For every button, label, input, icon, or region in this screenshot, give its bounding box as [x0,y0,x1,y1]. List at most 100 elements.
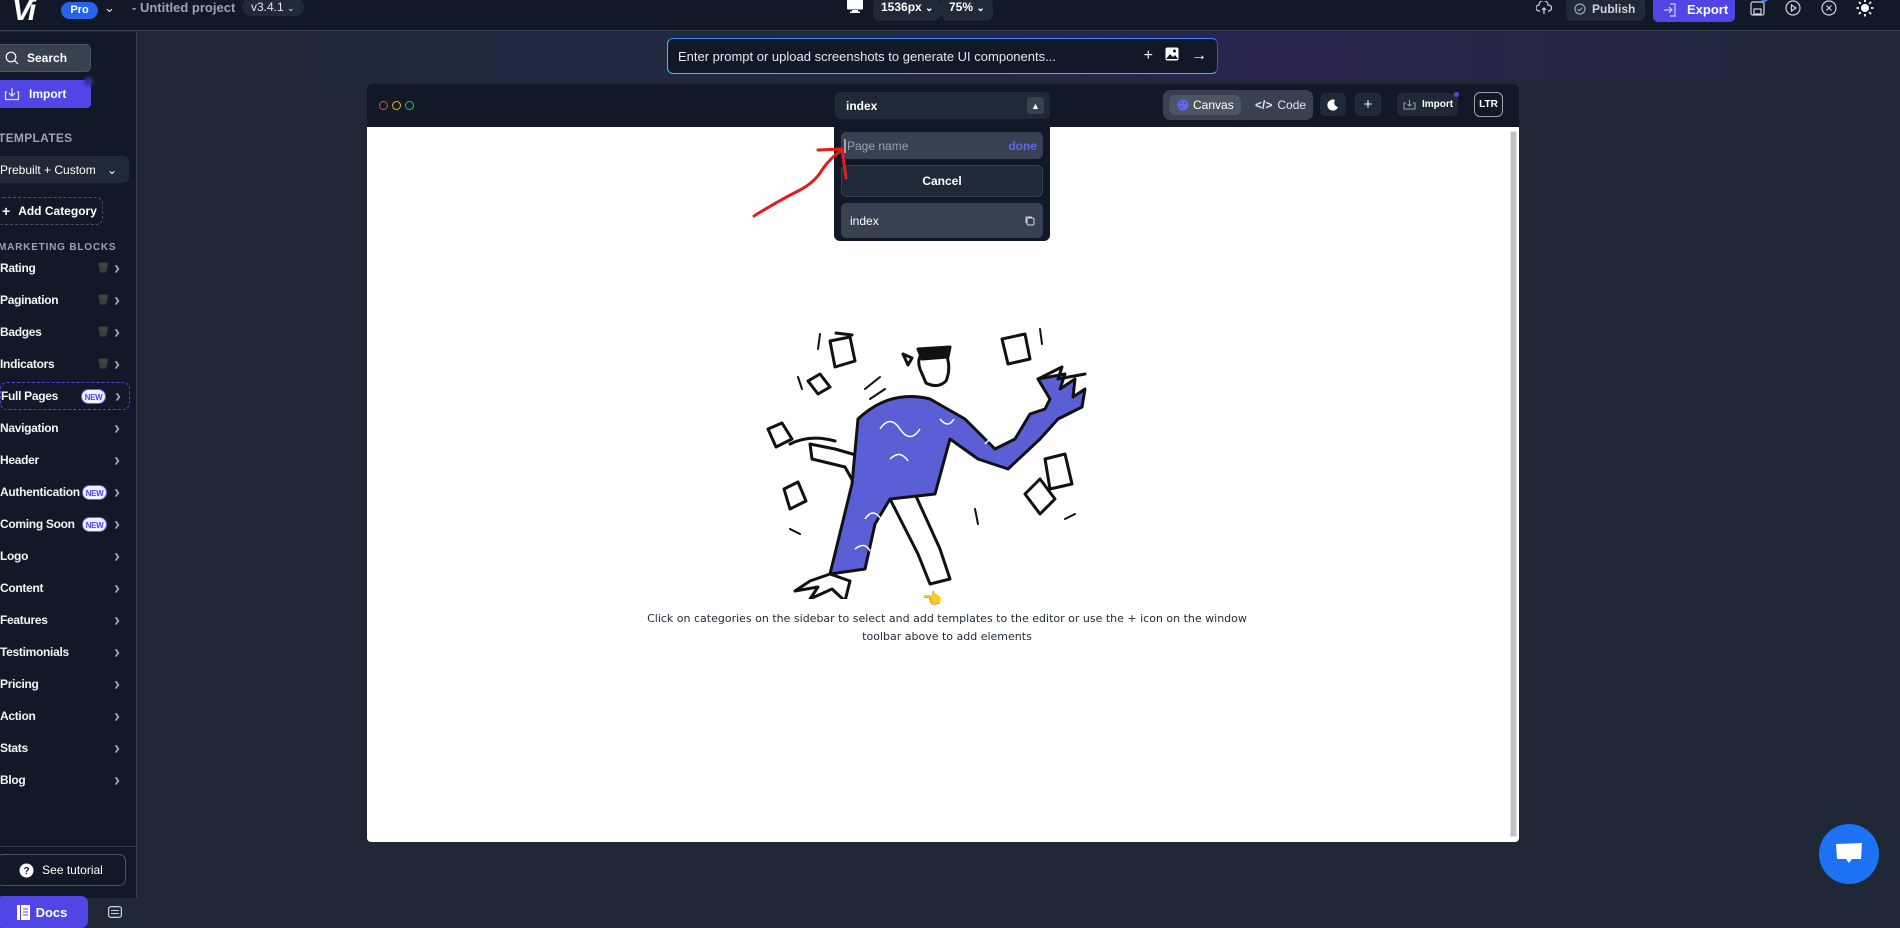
sidebar-category-item[interactable]: Rating 🗑 › [0,254,130,282]
docs-label: Docs [35,904,68,920]
template-source-value: Prebuilt + Custom [0,162,96,177]
sidebar-category-item[interactable]: Authentication NEW › [0,478,130,506]
canvas-scrollbar[interactable] [1510,131,1517,837]
page-name-input[interactable] [844,138,1009,153]
minimize-dot-icon[interactable] [392,101,401,110]
sidebar-category-item[interactable]: Stats › [0,734,130,762]
keyboard-shortcuts-button[interactable] [103,900,127,924]
plus-icon[interactable]: + [1144,47,1153,65]
sidebar-category-item[interactable]: Pricing › [0,670,130,698]
export-button[interactable]: Export [1653,0,1735,22]
sidebar-category-item[interactable]: Logo › [0,542,130,570]
app-logo[interactable]: Vi [12,0,36,28]
image-upload-icon[interactable] [1165,47,1179,66]
import-button[interactable]: Import [0,80,91,108]
chevron-down-icon: ⌄ [106,162,117,177]
done-button[interactable]: done [1008,139,1037,153]
close-circle-icon[interactable] [1819,0,1839,17]
import-label: Import [29,87,67,101]
send-arrow-icon[interactable]: → [1191,47,1207,65]
plus-icon: + [1363,96,1373,113]
code-icon: </> [1255,98,1273,112]
close-dot-icon[interactable] [379,101,388,110]
text-direction-toggle[interactable]: LTR [1474,92,1503,117]
export-icon [1664,2,1676,17]
category-label: Content [0,581,44,595]
version-dropdown[interactable]: v3.4.1 ⌄ [242,0,304,16]
window-controls [379,101,414,110]
cloud-upload-icon[interactable] [1534,0,1554,17]
new-badge: NEW [82,516,107,532]
save-icon[interactable] [1747,0,1768,17]
chevron-right-icon: › [114,353,120,374]
dark-mode-toggle[interactable] [1320,93,1346,116]
sidebar-category-item[interactable]: Full Pages NEW › [0,382,130,410]
search-label: Search [27,51,68,65]
category-label: Action [0,709,36,723]
chat-support-button[interactable] [1819,824,1879,884]
trash-icon[interactable]: 🗑 [97,327,110,338]
see-tutorial-label: See tutorial [42,863,103,877]
sidebar-category-item[interactable]: Badges 🗑 › [0,318,130,346]
add-element-button[interactable]: + [1355,93,1381,116]
cancel-button[interactable]: Cancel [841,165,1043,197]
trash-icon[interactable]: 🗑 [97,359,110,370]
project-title[interactable]: - Untitled project [132,0,235,15]
sidebar-category-item[interactable]: Action › [0,702,130,730]
category-label: Badges [0,325,42,339]
sidebar-category-item[interactable]: Navigation › [0,414,130,442]
play-icon[interactable] [1783,0,1803,17]
search-button[interactable]: Search [0,44,91,72]
docs-button[interactable]: Docs [0,896,88,928]
prompt-input[interactable]: Enter prompt or upload screenshots to ge… [667,38,1218,74]
page-name-field[interactable]: done [841,132,1043,159]
zoom-value: 75% [949,0,974,14]
trash-icon[interactable]: 🗑 [97,295,110,306]
sidebar-category-item[interactable]: Blog › [0,766,130,794]
chat-bubble-icon [1836,843,1862,863]
template-source-select[interactable]: Prebuilt + Custom ⌄ [0,156,129,183]
version-label: v3.4.1 [251,0,284,14]
moon-icon [1327,99,1338,111]
page-selector[interactable]: index ▲ [835,92,1050,119]
canvas-view-tab[interactable]: Canvas [1169,95,1241,115]
page-list-item[interactable]: index [841,203,1043,238]
chevron-right-icon: › [114,289,120,310]
duplicate-icon[interactable] [1024,215,1035,226]
sidebar-category-item[interactable]: Indicators 🗑 › [0,350,130,378]
search-icon [5,51,19,65]
plan-badge: Pro [61,2,98,19]
desktop-icon[interactable] [846,0,864,13]
see-tutorial-button[interactable]: ? See tutorial [0,854,126,886]
chevron-down-icon: ⌄ [976,3,985,14]
sidebar-category-item[interactable]: Coming Soon NEW › [0,510,130,538]
trash-icon[interactable]: 🗑 [97,263,110,274]
maximize-dot-icon[interactable] [405,101,414,110]
sidebar-category-item[interactable]: Testimonials › [0,638,130,666]
code-view-tab[interactable]: </> Code [1255,95,1306,115]
notification-dot [85,78,92,85]
sidebar-category-item[interactable]: Features › [0,606,130,634]
chevron-down-icon[interactable]: ⌄ [104,0,115,16]
zoom-dropdown[interactable]: 75% ⌄ [941,0,993,21]
sun-icon[interactable] [1855,0,1875,17]
viewport-width-dropdown[interactable]: 1536px ⌄ [873,0,942,21]
window-import-button[interactable]: Import [1397,93,1458,116]
sidebar-category-item[interactable]: Content › [0,574,130,602]
sidebar-category-item[interactable]: Header › [0,446,130,474]
chevron-right-icon: › [114,513,120,534]
publish-button[interactable]: Publish [1566,0,1645,21]
svg-text:?: ? [24,866,30,877]
book-icon [16,904,30,920]
chevron-right-icon: › [114,481,120,502]
sidebar: Search Import TEMPLATES Prebuilt + Custo… [0,32,137,928]
chevron-right-icon: › [114,321,120,342]
add-category-button[interactable]: + Add Category [0,197,103,225]
category-label: Blog [0,773,26,787]
code-label: Code [1277,98,1307,112]
sidebar-category-item[interactable]: Pagination 🗑 › [0,286,130,314]
chevron-up-icon[interactable]: ▲ [1027,97,1044,114]
export-label: Export [1687,2,1729,17]
chevron-right-icon: › [114,641,120,662]
empty-state-illustration [766,328,1087,599]
